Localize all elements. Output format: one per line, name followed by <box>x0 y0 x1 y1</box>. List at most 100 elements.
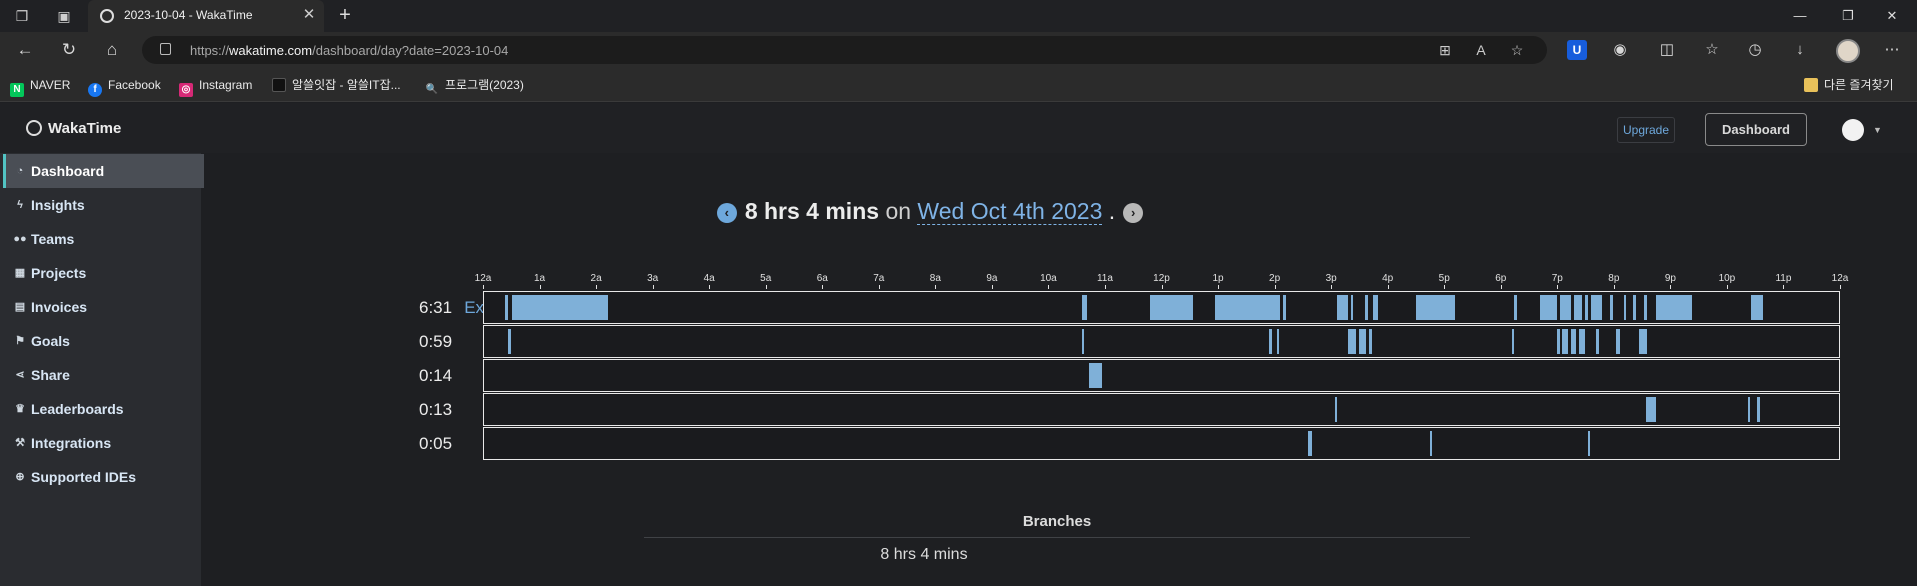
activity-segment[interactable] <box>1268 329 1272 354</box>
split-screen-icon[interactable]: ◫ <box>1657 40 1677 60</box>
bookmark-instagram[interactable]: ◎ Instagram <box>179 77 252 97</box>
url-text[interactable]: https://wakatime.com/dashboard/day?date=… <box>190 43 508 58</box>
activity-segment[interactable] <box>1587 431 1590 456</box>
branches-title: Branches <box>644 513 1470 538</box>
activity-segment[interactable] <box>1757 397 1760 422</box>
activity-segment[interactable] <box>1570 329 1577 354</box>
activity-segment[interactable] <box>1082 295 1087 320</box>
activity-segment[interactable] <box>1359 329 1367 354</box>
project-row: ExpressjsCRUD6:31 <box>201 291 1917 325</box>
activity-segment[interactable] <box>1511 329 1515 354</box>
activity-segment[interactable] <box>1268 295 1281 320</box>
project-activity-track <box>483 325 1840 358</box>
activity-segment[interactable] <box>1596 329 1600 354</box>
upgrade-button[interactable]: Upgrade <box>1617 117 1676 143</box>
lock-icon[interactable] <box>160 43 171 55</box>
close-tab-icon[interactable]: ✕ <box>300 6 318 24</box>
workspaces-icon[interactable]: ❐ <box>12 6 32 26</box>
activity-segment[interactable] <box>1644 295 1648 320</box>
activity-segment[interactable] <box>1645 397 1656 422</box>
activity-segment[interactable] <box>1573 295 1583 320</box>
downloads-icon[interactable]: ↓ <box>1790 40 1810 60</box>
activity-segment[interactable] <box>1615 329 1620 354</box>
refresh-icon[interactable]: ↻ <box>58 40 80 60</box>
other-bookmarks[interactable]: 다른 즐겨찾기 <box>1804 77 1894 93</box>
sidebar-item-share[interactable]: ⋖ Share <box>3 358 204 392</box>
activity-segment[interactable] <box>1335 397 1338 422</box>
browser-tab[interactable]: 2023-10-04 - WakaTime ✕ <box>88 0 324 32</box>
activity-segment[interactable] <box>1215 295 1269 320</box>
minimize-icon[interactable]: — <box>1788 6 1812 26</box>
extension-icon[interactable]: ◉ <box>1610 40 1630 60</box>
activity-segment[interactable] <box>1373 295 1378 320</box>
activity-segment[interactable] <box>1082 329 1085 354</box>
activity-segment[interactable] <box>1638 329 1648 354</box>
tab-actions-icon[interactable]: ▣ <box>54 6 74 26</box>
sidebar-item-dashboard[interactable]: ◔ Dashboard <box>3 154 204 188</box>
activity-segment[interactable] <box>1751 295 1763 320</box>
favorites-icon[interactable]: ☆ <box>1702 40 1722 60</box>
sidebar-item-supported-ides[interactable]: ⊕ Supported IDEs <box>3 460 204 494</box>
activity-segment[interactable] <box>1559 295 1571 320</box>
activity-segment[interactable] <box>1584 295 1588 320</box>
activity-segment[interactable] <box>1277 329 1280 354</box>
caret-down-icon[interactable]: ▼ <box>1873 125 1882 135</box>
settings-more-icon[interactable]: ⋯ <box>1882 40 1902 60</box>
bookmark-alssul[interactable]: 알쓸잇잡 - 알쓸IT잡... <box>272 77 401 93</box>
bookmark-program[interactable]: 🔍 프로그램(2023) <box>425 77 524 95</box>
sidebar-item-invoices[interactable]: ▤ Invoices <box>3 290 204 324</box>
activity-segment[interactable] <box>1282 295 1286 320</box>
activity-segment[interactable] <box>1747 397 1750 422</box>
activity-segment[interactable] <box>512 295 609 320</box>
sidebar-item-goals[interactable]: ⚑ Goals <box>3 324 204 358</box>
favorite-star-icon[interactable]: ☆ <box>1508 41 1526 59</box>
activity-segment[interactable] <box>1655 295 1693 320</box>
activity-segment[interactable] <box>1590 295 1602 320</box>
activity-segment[interactable] <box>1347 329 1357 354</box>
next-day-icon[interactable]: › <box>1123 203 1144 223</box>
activity-segment[interactable] <box>1539 295 1557 320</box>
previous-day-icon[interactable]: ‹ <box>716 203 737 223</box>
activity-segment[interactable] <box>1632 295 1636 320</box>
activity-segment[interactable] <box>1350 295 1354 320</box>
user-avatar[interactable] <box>1842 119 1864 141</box>
sidebar-item-integrations[interactable]: ⚒ Integrations <box>3 426 204 460</box>
address-bar[interactable]: https://wakatime.com/dashboard/day?date=… <box>142 36 1547 64</box>
activity-segment[interactable] <box>1624 295 1627 320</box>
activity-segment[interactable] <box>1610 295 1614 320</box>
dashboard-button[interactable]: Dashboard <box>1705 113 1807 146</box>
activity-segment[interactable] <box>504 295 509 320</box>
activity-segment[interactable] <box>1429 431 1433 456</box>
date-picker[interactable]: Wed Oct 4th 2023 <box>917 198 1103 225</box>
app-available-icon[interactable]: ⊞ <box>1436 41 1454 59</box>
sidebar-item-projects[interactable]: ▦ Projects <box>3 256 204 290</box>
close-window-icon[interactable]: ✕ <box>1880 6 1904 26</box>
activity-segment[interactable] <box>1579 329 1585 354</box>
new-tab-button[interactable]: + <box>334 5 356 27</box>
browser-profile-avatar[interactable] <box>1836 39 1860 63</box>
history-icon[interactable]: ◷ <box>1745 40 1765 60</box>
activity-segment[interactable] <box>1556 329 1560 354</box>
activity-segment[interactable] <box>1415 295 1456 320</box>
read-aloud-icon[interactable]: A <box>1472 41 1490 59</box>
bookmark-facebook[interactable]: f Facebook <box>88 77 161 97</box>
activity-segment[interactable] <box>1364 295 1368 320</box>
restore-icon[interactable]: ❐ <box>1836 6 1860 26</box>
back-icon[interactable]: ← <box>14 40 36 60</box>
activity-segment[interactable] <box>1514 295 1518 320</box>
activity-segment[interactable] <box>1150 295 1193 320</box>
sidebar-item-leaderboards[interactable]: ♛ Leaderboards <box>3 392 204 426</box>
activity-segment[interactable] <box>1562 329 1568 354</box>
sidebar-item-teams[interactable]: ●● Teams <box>3 222 204 256</box>
wakatime-logo[interactable]: WakaTime <box>26 120 121 137</box>
activity-segment[interactable] <box>1308 431 1313 456</box>
bookmark-naver[interactable]: N NAVER <box>10 77 70 97</box>
activity-segment[interactable] <box>507 329 512 354</box>
project-duration: 0:14 <box>419 366 453 385</box>
sidebar-item-insights[interactable]: ϟ Insights <box>3 188 204 222</box>
activity-segment[interactable] <box>1369 329 1372 354</box>
home-icon[interactable]: ⌂ <box>101 40 123 60</box>
bitwarden-extension-icon[interactable]: U <box>1567 40 1587 60</box>
activity-segment[interactable] <box>1089 363 1103 388</box>
activity-segment[interactable] <box>1336 295 1348 320</box>
